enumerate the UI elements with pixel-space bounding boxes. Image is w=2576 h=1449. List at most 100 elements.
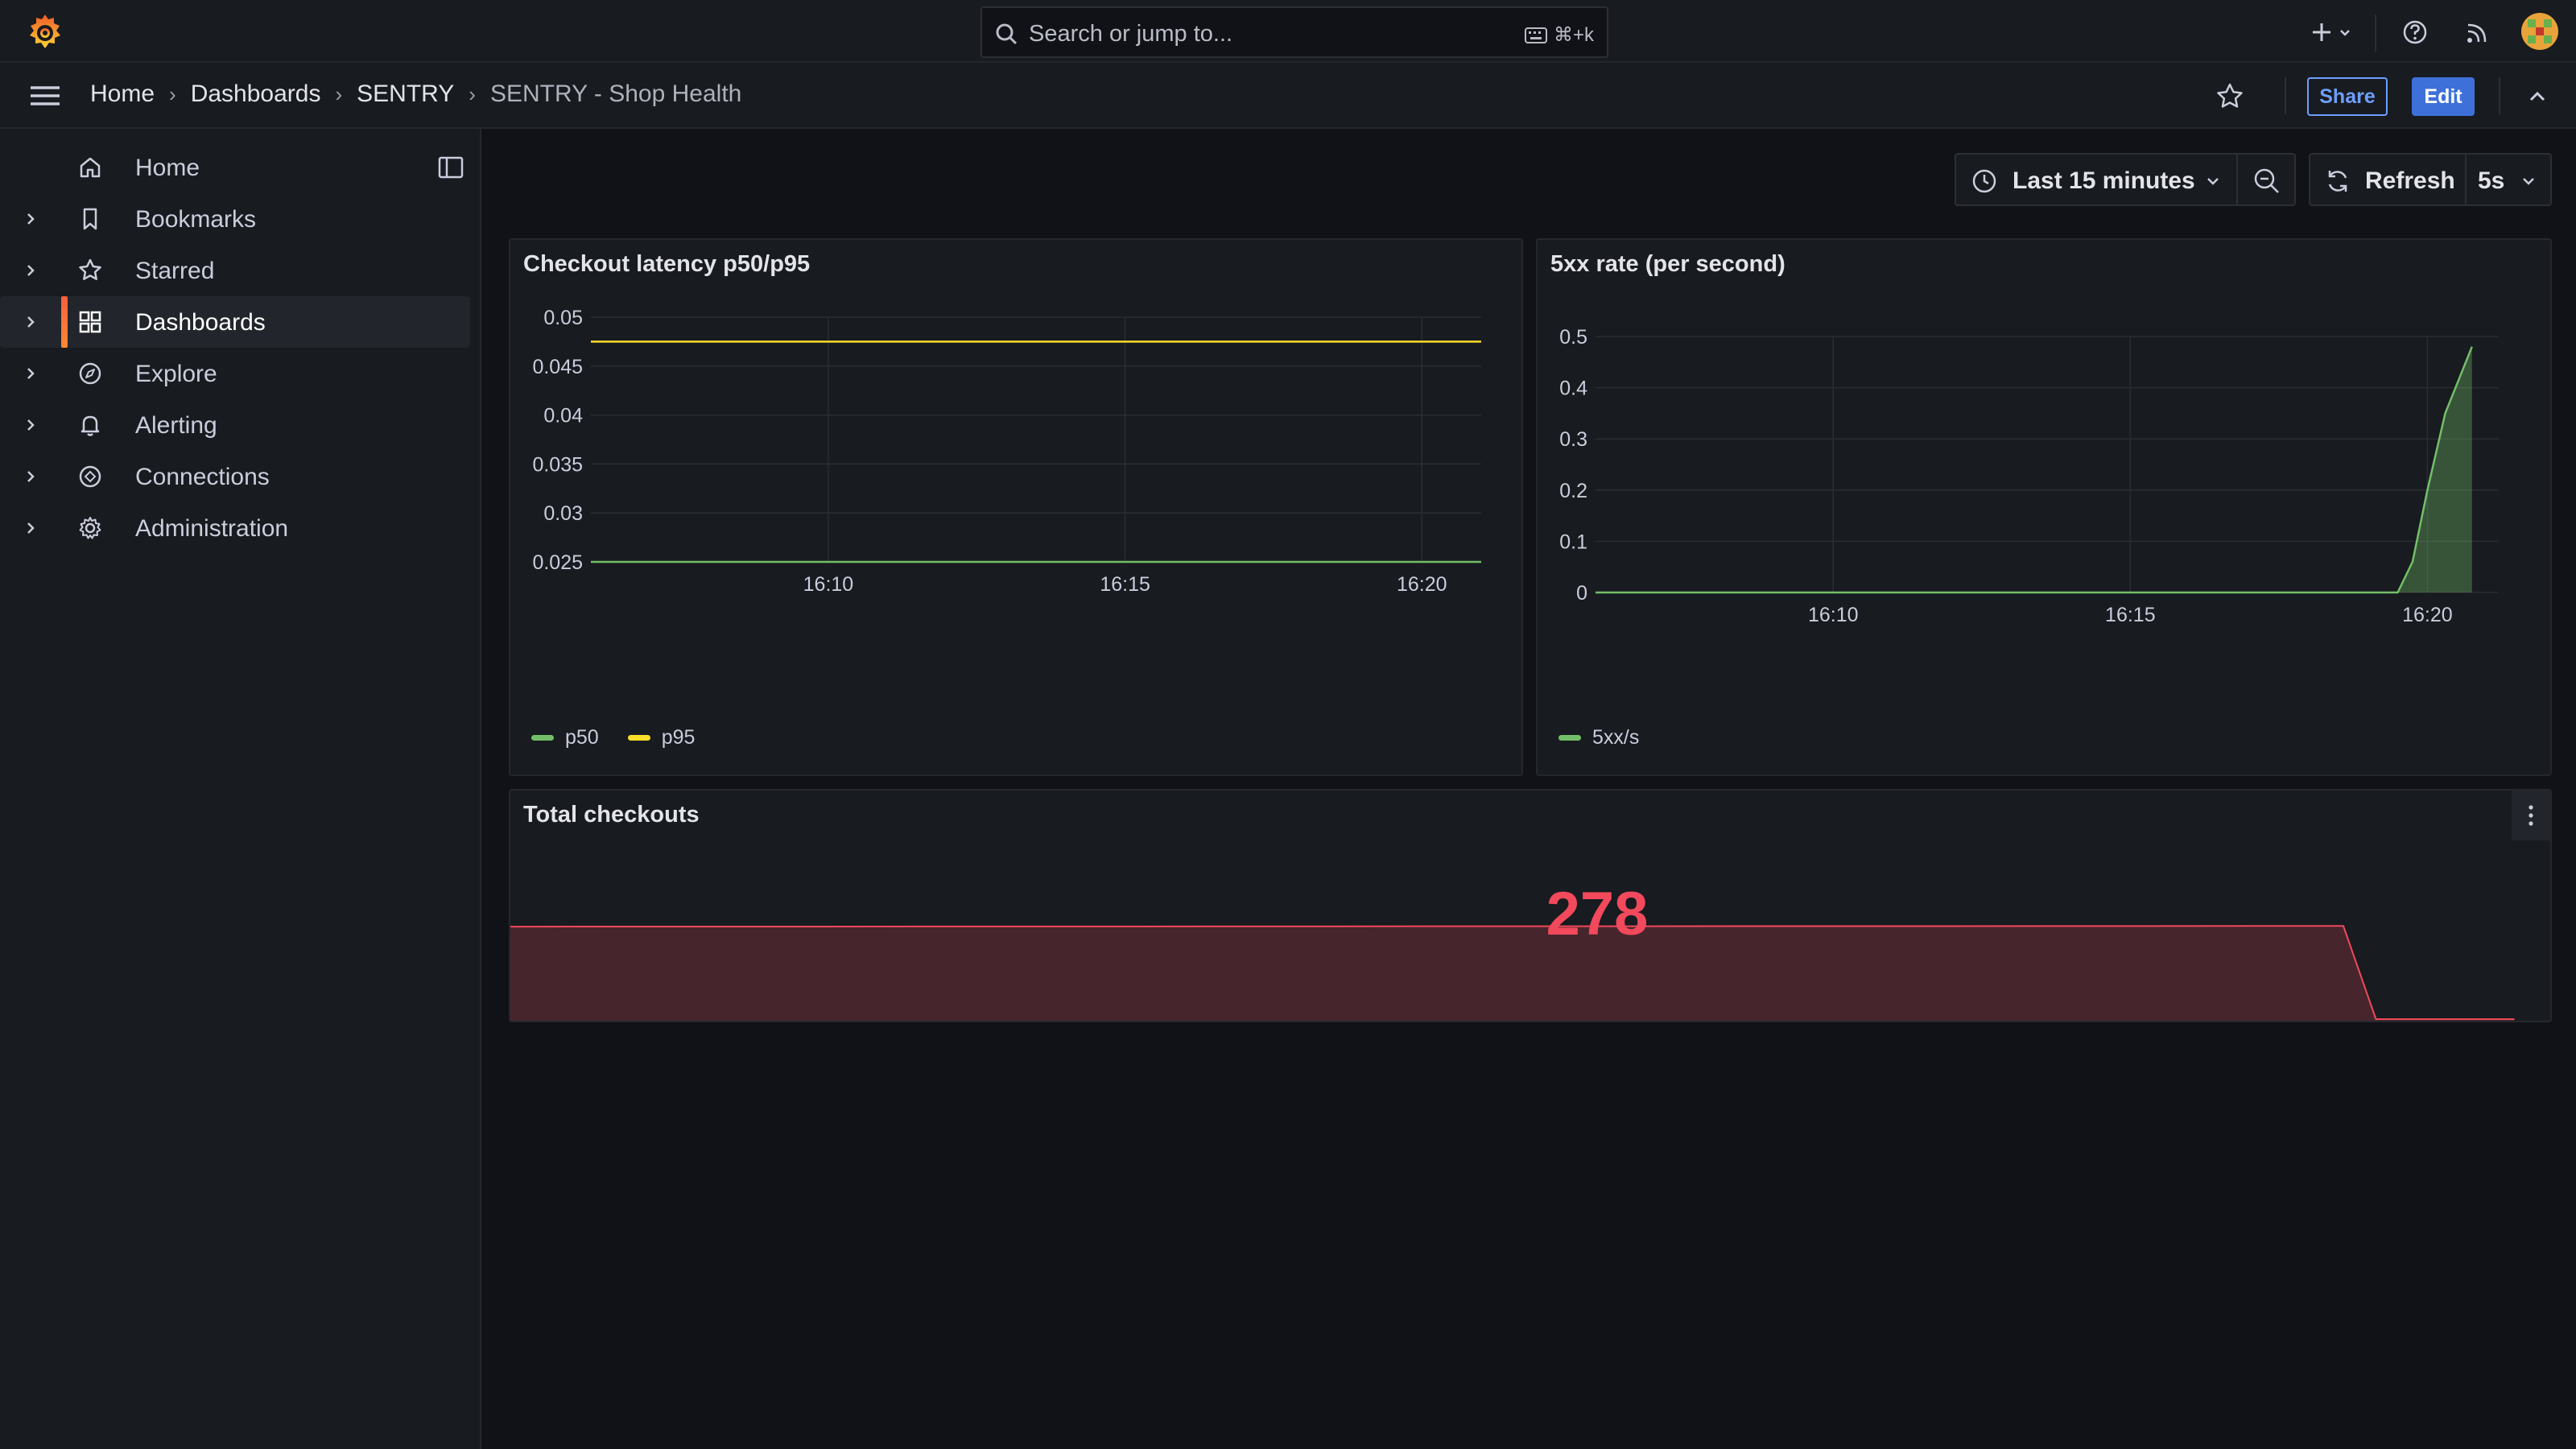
divider: [2285, 77, 2286, 114]
sidebar-item-bookmarks[interactable]: Bookmarks: [0, 193, 470, 245]
legend-item-5xx[interactable]: 5xx/s: [1558, 726, 1639, 749]
y-tick-label: 0.035: [532, 453, 583, 476]
bell-icon: [74, 412, 106, 438]
y-tick-label: 0: [1576, 582, 1587, 605]
y-tick-label: 0.4: [1559, 378, 1587, 400]
breadcrumb-folder[interactable]: SENTRY: [357, 80, 454, 108]
grafana-logo-icon[interactable]: [24, 11, 66, 53]
panel-title: Checkout latency p50/p95: [523, 251, 811, 277]
bookmark-icon: [74, 206, 106, 232]
active-indicator: [61, 296, 68, 348]
chevron-right-icon[interactable]: [21, 209, 40, 229]
menu-button[interactable]: [27, 82, 63, 109]
chevron-right-icon[interactable]: [21, 261, 40, 280]
time-range-label: Last 15 minutes: [2013, 167, 2195, 194]
mark-favorite-button[interactable]: [2214, 80, 2246, 113]
sidebar-item-label: Connections: [135, 464, 270, 490]
series-line-5xxs[interactable]: [1596, 346, 2473, 594]
plus-icon: [2310, 21, 2333, 43]
x-tick-label: 16:10: [1808, 604, 1859, 626]
chevron-right-icon: ›: [169, 81, 176, 106]
collapse-toolbar-button[interactable]: [2521, 80, 2553, 113]
error-rate-chart[interactable]: 0.5 0.4 0.3 0.2 0.1 0 16:10 16:15 16:20: [1538, 288, 2552, 739]
breadcrumb-dashboards[interactable]: Dashboards: [191, 80, 321, 108]
sidebar-item-starred[interactable]: Starred: [0, 245, 470, 296]
y-tick-label: 0.045: [532, 356, 583, 378]
sidebar-item-home[interactable]: Home: [0, 142, 470, 193]
home-icon: [74, 155, 106, 180]
legend-swatch: [1558, 735, 1581, 741]
chevron-down-icon: [2338, 25, 2352, 39]
sidebar-item-alerting[interactable]: Alerting: [0, 399, 470, 451]
x-tick-label: 16:10: [803, 573, 854, 596]
hamburger-icon: [31, 86, 60, 105]
legend-swatch: [627, 735, 650, 741]
panel-total-checkouts[interactable]: Total checkouts 278: [509, 789, 2552, 1022]
search-input[interactable]: Search or jump to... ⌘+k: [980, 6, 1608, 58]
new-button[interactable]: [2304, 16, 2359, 48]
refresh-interval-picker[interactable]: 5s: [2467, 153, 2552, 206]
legend-item-p95[interactable]: p95: [627, 726, 696, 749]
share-button[interactable]: Share: [2307, 77, 2388, 116]
sidebar-item-administration[interactable]: Administration: [0, 502, 470, 554]
panel-checkout-latency[interactable]: Checkout latency p50/p95 0.05 0.045 0.04 0.…: [509, 238, 1523, 776]
panel-5xx-rate[interactable]: 5xx rate (per second) 0.5 0.4 0.3 0.2 0.1 0 16…: [1536, 238, 2552, 776]
x-tick-label: 16:20: [2402, 604, 2453, 626]
sidebar-item-label: Explore: [135, 361, 217, 387]
stat-value: 278: [1546, 880, 1649, 948]
panel-title: 5xx rate (per second): [1550, 251, 1785, 277]
breadcrumb-current: SENTRY - Shop Health: [489, 80, 742, 107]
sidebar-item-dashboards[interactable]: Dashboards: [0, 296, 470, 348]
series-area-5xxs: [1596, 346, 2472, 592]
search-shortcut: ⌘+k: [1524, 23, 1594, 47]
latency-chart[interactable]: 0.05 0.045 0.04 0.035 0.03 0.025 16:10 16:15 16:…: [510, 288, 1523, 739]
y-tick-label: 0.04: [543, 405, 583, 427]
sidebar-item-connections[interactable]: Connections: [0, 451, 470, 502]
divider: [2375, 14, 2376, 52]
user-avatar[interactable]: [2521, 13, 2558, 50]
edit-button[interactable]: Edit: [2412, 77, 2475, 116]
legend-label: 5xx/s: [1592, 726, 1640, 749]
y-tick-label: 0.025: [532, 551, 583, 574]
chevron-right-icon[interactable]: [21, 415, 40, 435]
chart-legend: 5xx/s: [1558, 726, 1658, 749]
top-bar: Search or jump to... ⌘+k: [0, 0, 2576, 63]
keyboard-icon: [1524, 27, 1547, 43]
chevron-right-icon[interactable]: [21, 364, 40, 383]
legend-label: p95: [661, 726, 696, 749]
chevron-right-icon[interactable]: [21, 312, 40, 332]
sidebar-item-label: Alerting: [135, 412, 217, 439]
legend-label: p50: [565, 726, 599, 749]
sidebar-item-label: Dashboards: [135, 309, 266, 336]
news-button[interactable]: [2462, 16, 2494, 48]
chevron-up-icon: [2529, 91, 2545, 101]
y-tick-label: 0.2: [1559, 480, 1587, 502]
y-tick-label: 0.1: [1559, 530, 1587, 553]
x-tick-label: 16:20: [1397, 573, 1447, 596]
divider: [2499, 77, 2500, 114]
connections-icon: [74, 464, 106, 489]
chevron-right-icon[interactable]: [21, 518, 40, 538]
x-tick-label: 16:15: [2105, 604, 2156, 626]
y-tick-label: 0.03: [543, 502, 583, 525]
zoom-out-button[interactable]: [2238, 153, 2296, 206]
chevron-down-icon: [2520, 172, 2537, 190]
sidebar-item-label: Starred: [135, 258, 215, 284]
compass-icon: [74, 361, 106, 386]
refresh-button[interactable]: Refresh: [2309, 153, 2467, 206]
breadcrumb-home[interactable]: Home: [90, 80, 155, 108]
refresh-label: Refresh: [2365, 167, 2455, 194]
sidebar: Home Bookmarks Starred Dashboards Explor…: [0, 129, 481, 1449]
chevron-down-icon: [2204, 172, 2222, 190]
time-range-picker[interactable]: Last 15 minutes: [1955, 153, 2238, 206]
x-tick-label: 16:15: [1100, 573, 1150, 596]
star-icon: [74, 258, 106, 283]
sidebar-item-explore[interactable]: Explore: [0, 348, 470, 399]
y-tick-label: 0.5: [1559, 326, 1587, 349]
legend-item-p50[interactable]: p50: [531, 726, 599, 749]
chevron-right-icon[interactable]: [21, 467, 40, 486]
chevron-right-icon: ›: [469, 81, 476, 106]
help-button[interactable]: [2399, 16, 2431, 48]
cog-icon: [74, 515, 106, 541]
breadcrumb: Home › Dashboards › SENTRY › SENTRY - Sh…: [90, 80, 741, 108]
